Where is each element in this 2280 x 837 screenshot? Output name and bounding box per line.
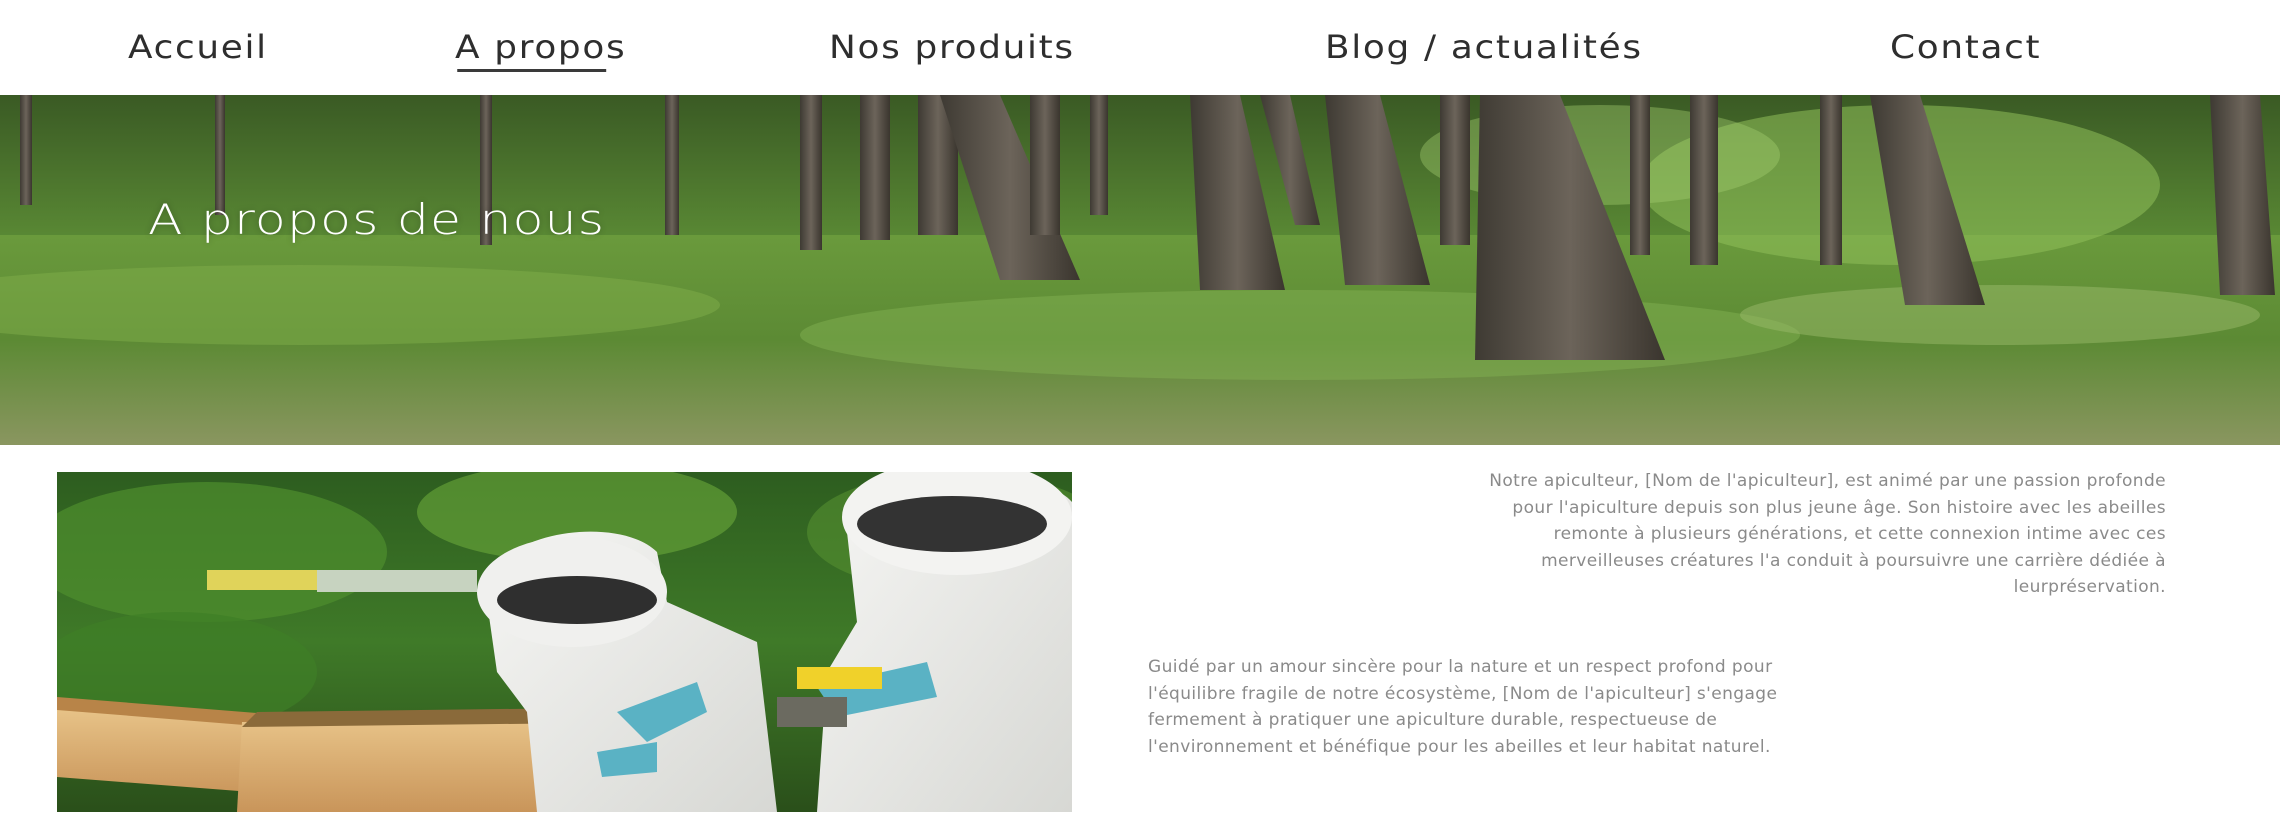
main-navigation: Accueil A propos Nos produits Blog / act… <box>0 0 2280 95</box>
page-title: A propos de nous <box>148 195 606 244</box>
nav-link-contact[interactable]: Contact <box>1890 28 2041 66</box>
hero-banner: A propos de nous <box>0 95 2280 445</box>
nav-link-accueil[interactable]: Accueil <box>128 28 268 66</box>
forest-background-image <box>0 95 2280 445</box>
nav-link-nos-produits[interactable]: Nos produits <box>829 28 1075 66</box>
nav-link-blog-actualites[interactable]: Blog / actualités <box>1325 28 1643 66</box>
nav-link-a-propos[interactable]: A propos <box>455 28 626 72</box>
about-paragraph-1: Notre apiculteur, [Nom de l'apiculteur],… <box>1489 471 2166 597</box>
beekeepers-photo <box>57 472 1072 812</box>
about-paragraph-2: Guidé par un amour sincère pour la natur… <box>1148 657 1778 757</box>
